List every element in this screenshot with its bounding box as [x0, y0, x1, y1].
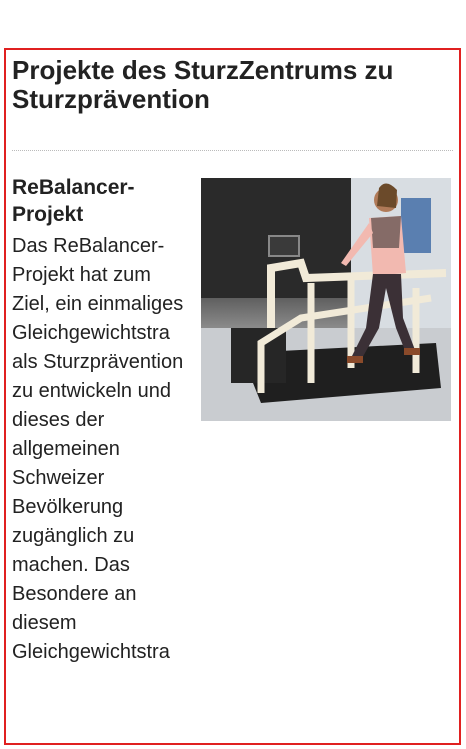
page-title: Projekte des SturzZentrums zu Sturzpräve… [12, 55, 394, 114]
article-body: Das ReBalancer-Projekt hat zum Ziel, ein… [12, 235, 184, 663]
treadmill-photo [201, 178, 451, 421]
treadmill-photo-illustration [201, 178, 451, 421]
content-frame: Projekte des SturzZentrums zu Sturzpräve… [4, 48, 461, 745]
article: ReBalancer-Projekt Das ReBalancer-Projek… [6, 174, 459, 667]
section-heading: ReBalancer-Projekt [12, 176, 135, 226]
divider [12, 150, 453, 151]
